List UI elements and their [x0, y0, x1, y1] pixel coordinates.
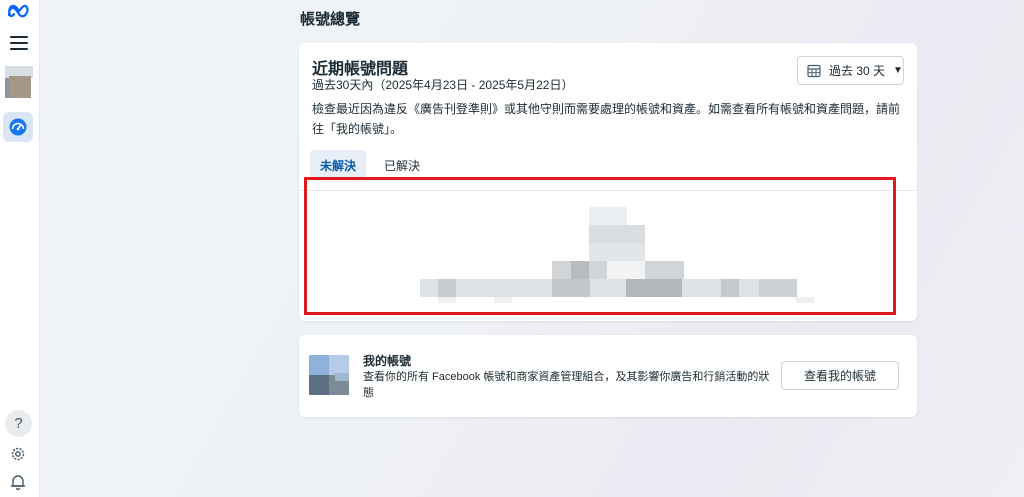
bell-icon[interactable]	[9, 473, 27, 491]
caret-down-icon: ▼	[893, 65, 903, 76]
highlight-annotation-box	[304, 177, 896, 315]
date-range-value: 過去 30 天	[829, 64, 886, 78]
account-overview-nav-button[interactable]	[3, 112, 33, 142]
recent-issues-card: 近期帳號問題 過去30天內（2025年4月23日 - 2025年5月22日） 過…	[299, 43, 917, 321]
tab-resolved[interactable]: 已解決	[374, 150, 430, 178]
issues-tabs: 未解決 已解決	[310, 150, 430, 178]
gear-icon[interactable]	[9, 445, 27, 463]
my-accounts-title: 我的帳號	[363, 354, 412, 368]
issues-date-range: 過去30天內（2025年4月23日 - 2025年5月22日）	[312, 78, 574, 92]
help-icon: ?	[14, 415, 23, 432]
account-avatar[interactable]	[5, 66, 33, 100]
speedometer-icon	[9, 118, 27, 136]
page-title: 帳號總覽	[300, 11, 361, 28]
date-range-dropdown[interactable]: 過去 30 天 ▼	[797, 56, 904, 85]
menu-icon[interactable]	[10, 36, 28, 52]
view-my-accounts-button[interactable]: 查看我的帳號	[781, 361, 899, 390]
issues-description: 檢查最近因為違反《廣告刊登準則》或其他守則而需要處理的帳號和資產。如需查看所有帳…	[312, 102, 901, 136]
calendar-icon	[807, 64, 821, 77]
tab-unresolved[interactable]: 未解決	[310, 150, 367, 178]
left-sidebar: ?	[0, 0, 40, 497]
help-button[interactable]: ?	[5, 410, 32, 437]
my-accounts-description: 查看你的所有 Facebook 帳號和商家資產管理組合，及其影響你廣告和行銷活動…	[363, 371, 770, 399]
meta-logo-icon[interactable]	[7, 4, 31, 18]
my-accounts-image	[309, 355, 349, 395]
my-accounts-card: 我的帳號 查看你的所有 Facebook 帳號和商家資產管理組合，及其影響你廣告…	[299, 335, 917, 417]
